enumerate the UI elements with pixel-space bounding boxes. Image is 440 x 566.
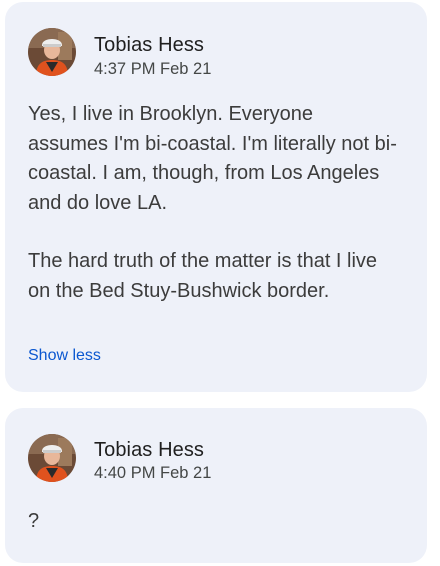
- message-card: Tobias Hess 4:40 PM Feb 21 ?: [5, 408, 427, 563]
- avatar[interactable]: [28, 434, 76, 482]
- message-paragraph: Yes, I live in Brooklyn. Everyone assume…: [28, 103, 397, 214]
- message-body: ?: [28, 507, 398, 537]
- author-name: Tobias Hess: [94, 34, 205, 56]
- message-body: Yes, I live in Brooklyn. Everyone assume…: [28, 100, 398, 306]
- message-paragraph: The hard truth of the matter is that I l…: [28, 250, 378, 302]
- message-timestamp: 4:37 PM Feb 21: [94, 60, 212, 78]
- author-name: Tobias Hess: [94, 439, 205, 461]
- message-card: Tobias Hess 4:37 PM Feb 21 Yes, I live i…: [5, 2, 427, 392]
- message-paragraph: ?: [28, 510, 40, 532]
- message-timestamp: 4:40 PM Feb 21: [94, 464, 212, 482]
- avatar[interactable]: [28, 28, 76, 76]
- show-less-link[interactable]: Show less: [28, 347, 101, 365]
